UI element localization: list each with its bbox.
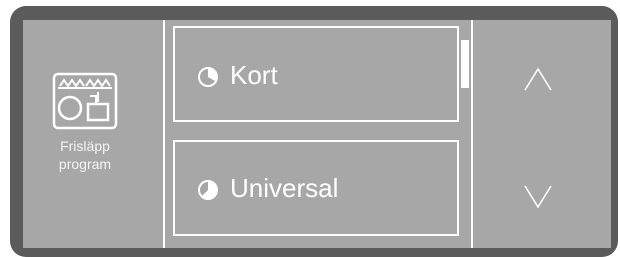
control-display: Frisläpp program Kort Universal [23,20,611,248]
pie-quarter-icon [198,67,218,87]
chevron-down-icon [524,185,552,209]
scroll-down-button[interactable] [485,134,595,234]
release-program-button[interactable]: Frisläpp program [23,20,163,248]
scroll-up-button[interactable] [485,20,595,120]
left-divider [163,20,165,248]
chevron-up-icon [524,67,552,91]
scrollbar-thumb[interactable] [461,40,469,88]
program-option-label: Universal [230,173,339,203]
program-option-universal[interactable]: Universal [173,140,459,236]
program-option-label: Kort [230,60,278,90]
pie-half-icon [198,180,218,200]
right-divider [471,20,473,248]
release-program-label: Frisläpp program [23,137,147,173]
release-program-label-line2: program [58,156,112,172]
dishwasher-rack-icon [52,72,118,130]
program-list-scrollbar[interactable] [459,20,471,248]
program-option-kort[interactable]: Kort [173,26,459,122]
release-program-label-line1: Frisläpp [60,138,110,154]
